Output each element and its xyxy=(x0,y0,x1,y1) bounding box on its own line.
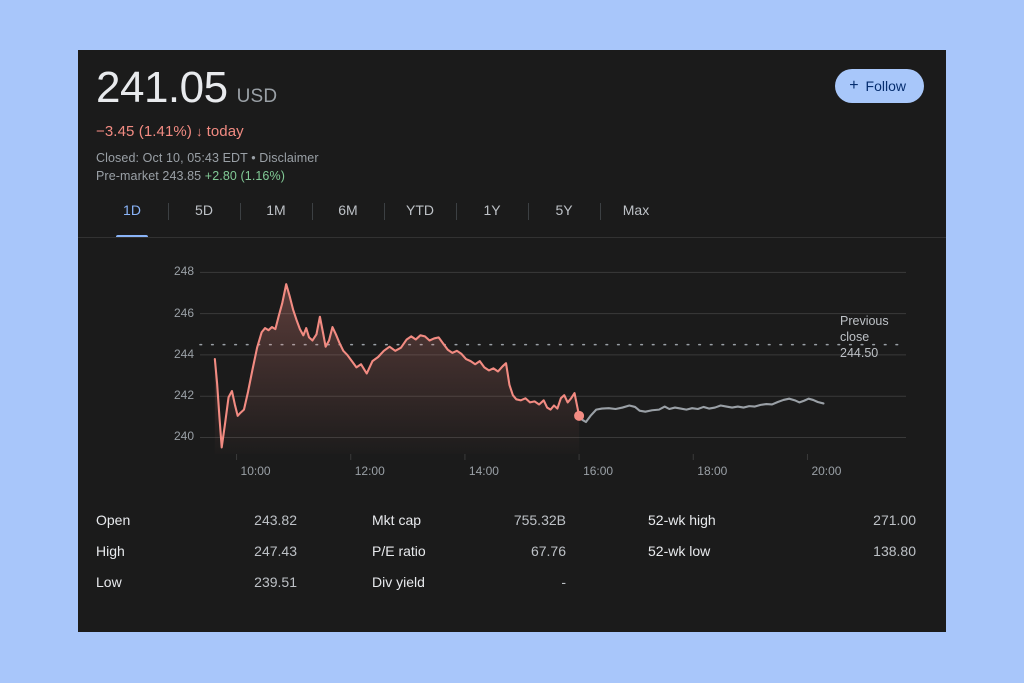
key-stat-row: Low 239.51 xyxy=(96,566,372,597)
key-stats-column: Open 243.82 High 247.43 Low 239.51 xyxy=(96,504,372,597)
chart-line-after-hours xyxy=(578,397,825,424)
y-axis-label: 244 xyxy=(173,346,194,361)
key-stat-label: 52-wk low xyxy=(648,542,711,559)
tab-1m[interactable]: 1M xyxy=(240,200,312,238)
key-stat-value: - xyxy=(561,573,566,590)
y-axis-label: 242 xyxy=(173,388,194,403)
tab-ytd[interactable]: YTD xyxy=(384,200,456,238)
key-stat-label: Div yield xyxy=(372,573,425,590)
key-stat-label: Open xyxy=(96,511,131,528)
market-status-line: Closed: Oct 10, 05:43 EDT • Disclaimer xyxy=(96,151,924,165)
quote-header: 241.05 USD −3.45 (1.41%) ↓ today Closed:… xyxy=(78,50,946,183)
x-axis-label: 20:00 xyxy=(811,464,842,478)
previous-close-line-text: 244.50 xyxy=(840,345,879,360)
tab-1y[interactable]: 1Y xyxy=(456,200,528,238)
key-stats-column: Mkt cap 755.32B P/E ratio 67.76 Div yield - xyxy=(372,504,648,597)
price-chart[interactable]: 248 246 244 242 240 10:00 12:00 14:00 16:00 18:00… xyxy=(78,250,946,488)
disclaimer-link[interactable]: Disclaimer xyxy=(259,151,318,165)
active-tab-indicator xyxy=(116,235,148,238)
close-price-marker xyxy=(574,410,585,421)
key-stat-row: Open 243.82 xyxy=(96,504,372,535)
plus-icon: + xyxy=(849,77,859,94)
x-axis-label: 18:00 xyxy=(697,464,728,478)
key-stat-label: High xyxy=(96,542,125,559)
tab-5y[interactable]: 5Y xyxy=(528,200,600,238)
key-stat-row: Div yield - xyxy=(372,566,648,597)
tab-6m[interactable]: 6M xyxy=(312,200,384,238)
premarket-line: Pre-market 243.85 +2.80 (1.16%) xyxy=(96,169,924,183)
key-stats-table: Open 243.82 High 247.43 Low 239.51 Mkt cap 755.… xyxy=(78,504,946,597)
previous-close-line-text: Previous xyxy=(840,313,889,328)
key-stat-label: 52-wk high xyxy=(648,511,716,528)
tab-label: 5D xyxy=(195,202,213,218)
tab-5d[interactable]: 5D xyxy=(168,200,240,238)
tab-label: YTD xyxy=(406,202,434,218)
price-change-period: today xyxy=(206,123,244,140)
key-stat-value: 755.32B xyxy=(513,511,566,528)
tab-label: 1M xyxy=(266,202,286,218)
key-stat-row: 52-wk high 271.00 xyxy=(648,504,924,535)
key-stat-value: 239.51 xyxy=(254,573,297,590)
tab-label: 1Y xyxy=(483,202,501,218)
key-stat-label: Low xyxy=(96,573,122,590)
x-axis-label: 16:00 xyxy=(583,464,614,478)
price-change-value: −3.45 (1.41%) xyxy=(96,123,192,140)
y-axis-label: 248 xyxy=(173,264,194,279)
y-axis-label: 246 xyxy=(173,305,194,320)
key-stat-label: P/E ratio xyxy=(372,542,426,559)
key-stat-row: P/E ratio 67.76 xyxy=(372,535,648,566)
key-stats-column: 52-wk high 271.00 52-wk low 138.80 xyxy=(648,504,924,597)
range-tabs: 1D 5D 1M 6M YTD 1Y 5Y Max xyxy=(78,200,946,238)
tab-label: 5Y xyxy=(555,202,573,218)
follow-button-label: Follow xyxy=(865,78,906,94)
key-stat-row: 52-wk low 138.80 xyxy=(648,535,924,566)
premarket-change: +2.80 (1.16%) xyxy=(204,169,285,183)
x-axis-label: 12:00 xyxy=(354,464,385,478)
currency-label: USD xyxy=(236,86,278,107)
x-axis-label: 14:00 xyxy=(468,464,499,478)
key-stat-row: High 247.43 xyxy=(96,535,372,566)
key-stat-value: 247.43 xyxy=(254,542,297,559)
key-stat-value: 138.80 xyxy=(873,542,916,559)
current-price: 241.05 xyxy=(96,63,228,112)
tab-1d[interactable]: 1D xyxy=(96,200,168,238)
tab-label: 1D xyxy=(123,202,141,218)
tab-label: Max xyxy=(622,202,650,218)
stock-quote-card: 241.05 USD −3.45 (1.41%) ↓ today Closed:… xyxy=(78,50,946,632)
previous-close-line-text: close xyxy=(840,329,870,344)
key-stat-row: Mkt cap 755.32B xyxy=(372,504,648,535)
arrow-down-icon: ↓ xyxy=(195,124,203,139)
y-axis-label: 240 xyxy=(173,429,194,444)
tab-max[interactable]: Max xyxy=(600,200,672,238)
market-status-text: Closed: Oct 10, 05:43 EDT • xyxy=(96,151,260,165)
key-stat-value: 243.82 xyxy=(254,511,297,528)
previous-close-label: Previous close 244.50 xyxy=(840,313,889,361)
chart-canvas xyxy=(199,271,907,460)
premarket-price: Pre-market 243.85 xyxy=(96,169,205,183)
price-row: 241.05 USD xyxy=(96,64,924,112)
follow-button[interactable]: + Follow xyxy=(835,69,924,103)
key-stat-label: Mkt cap xyxy=(372,511,422,528)
chart-area-fill xyxy=(214,284,580,454)
key-stat-value: 67.76 xyxy=(530,542,566,559)
price-change-row: −3.45 (1.41%) ↓ today xyxy=(96,123,924,140)
key-stat-value: 271.00 xyxy=(873,511,916,528)
tab-label: 6M xyxy=(338,202,358,218)
x-axis-label: 10:00 xyxy=(240,464,271,478)
